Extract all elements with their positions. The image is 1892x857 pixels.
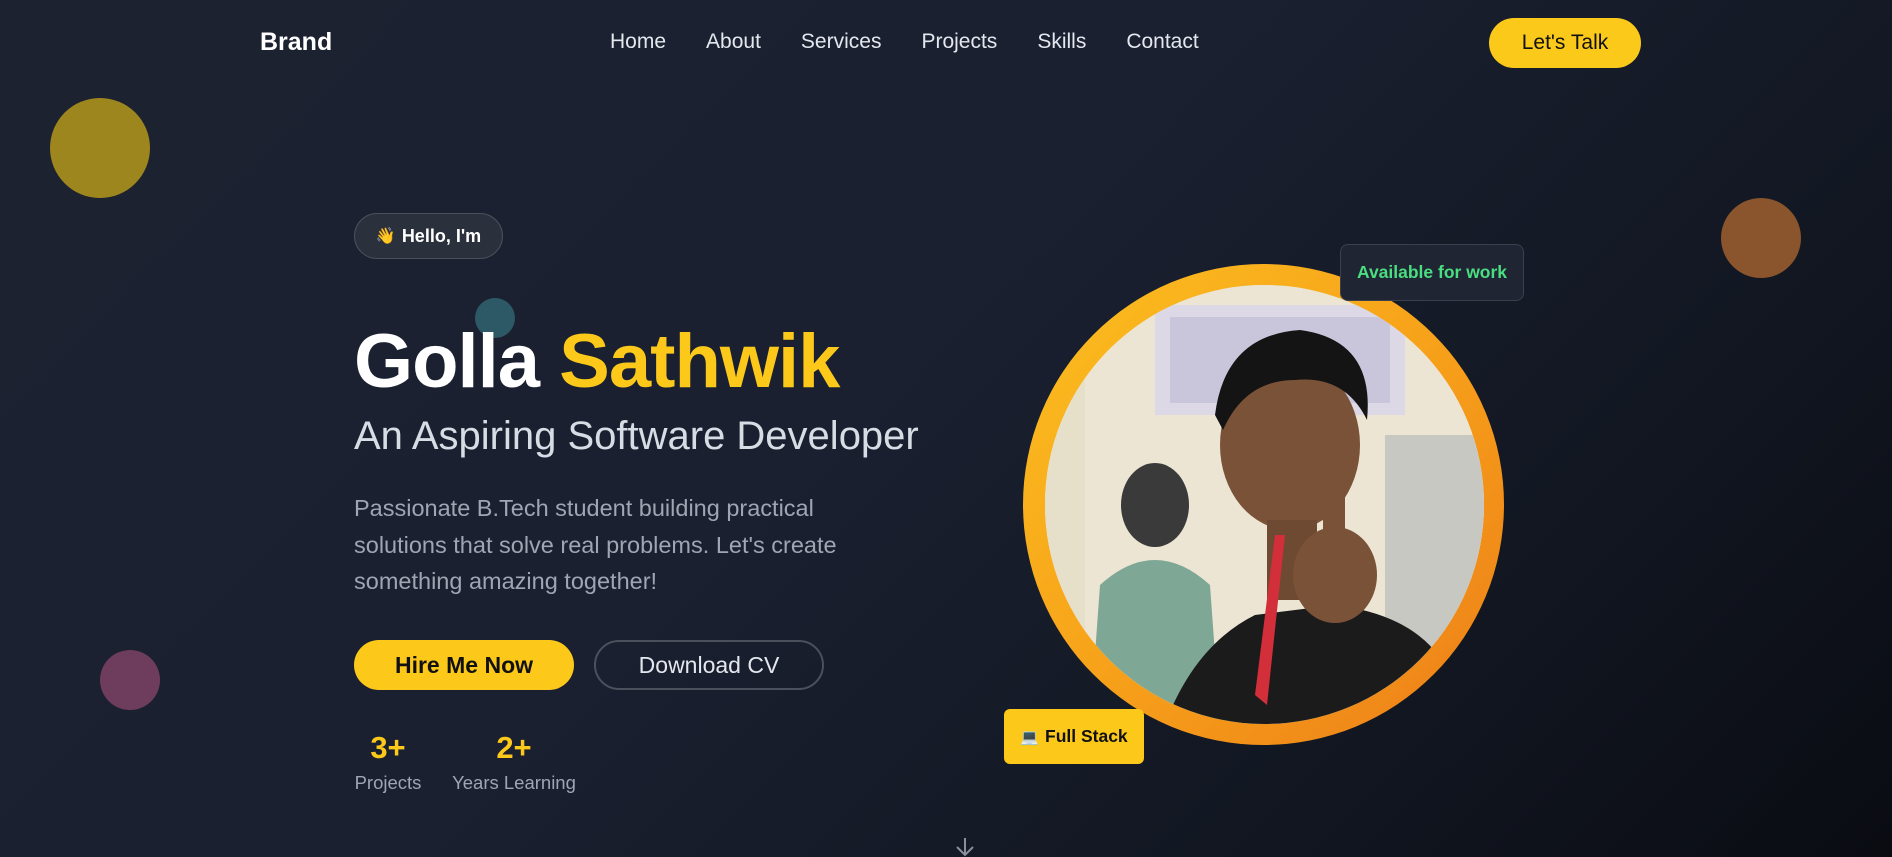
hero-name: Golla Sathwik [354,318,840,405]
nav-link-contact[interactable]: Contact [1126,30,1198,54]
nav-link-services[interactable]: Services [801,30,882,54]
waving-hand-icon: 👋 [375,228,396,245]
arrow-down-icon[interactable] [954,836,976,857]
profile-photo [1045,285,1484,724]
hire-me-button[interactable]: Hire Me Now [354,640,574,690]
stat-value: 2+ [496,730,532,765]
stat-years: 2+ Years Learning [452,730,576,794]
download-cv-button[interactable]: Download CV [594,640,824,690]
stat-value: 3+ [370,730,406,765]
availability-badge: Available for work [1340,244,1524,301]
full-stack-tag: 💻 Full Stack [1004,709,1144,764]
laptop-icon: 💻 [1020,728,1039,746]
profile-photo-illustration [1045,285,1484,724]
stat-projects: 3+ Projects [354,730,422,794]
first-name: Golla [354,319,540,404]
nav-link-skills[interactable]: Skills [1037,30,1086,54]
greeting-text: Hello, I'm [401,225,482,246]
decorative-circle-orange [1721,198,1801,278]
stat-label: Projects [354,772,422,793]
hero-description: Passionate B.Tech student building pract… [354,495,837,594]
brand-logo[interactable]: Brand [260,28,332,57]
nav-links: Home About Services Projects Skills Cont… [610,30,1239,54]
nav-link-projects[interactable]: Projects [921,30,997,54]
greeting-badge: 👋 Hello, I'm [354,213,503,259]
lets-talk-button[interactable]: Let's Talk [1489,18,1641,68]
nav-link-about[interactable]: About [706,30,761,54]
decorative-circle-purple [100,650,160,710]
top-nav: Brand Home About Services Projects Skill… [0,0,1892,86]
full-stack-label: Full Stack [1045,726,1128,746]
nav-link-home[interactable]: Home [610,30,666,54]
decorative-circle-yellow [50,98,150,198]
hero-subtitle: An Aspiring Software Developer [354,414,919,458]
last-name: Sathwik [559,319,840,404]
stat-label: Years Learning [452,772,576,793]
